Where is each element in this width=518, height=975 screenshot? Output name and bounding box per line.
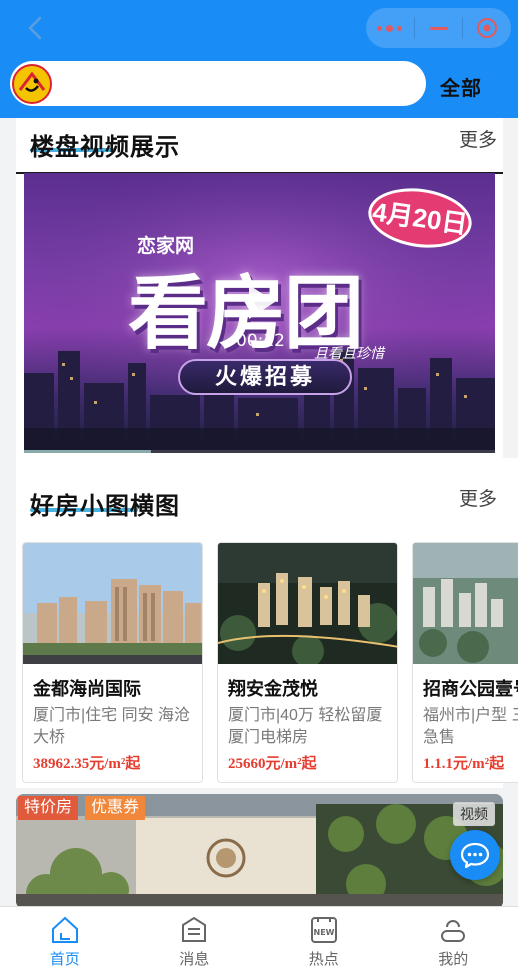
svg-text:NEW: NEW (313, 928, 334, 937)
section-title: 楼盘视频展示 (30, 134, 180, 161)
back-button[interactable] (18, 12, 52, 44)
coupon-tag: 优惠券 (85, 796, 146, 820)
house-name: 金都海尚国际 (33, 679, 141, 699)
tab-label: 消息 (179, 951, 210, 968)
tab-label: 我的 (438, 951, 469, 968)
promo-banner[interactable]: 特价房 优惠券 视频 (16, 794, 503, 909)
more-link[interactable]: 更多 (459, 484, 497, 511)
house-card[interactable]: 翔安金茂悦 厦门市|40万 轻松留厦 厦门电梯房 25660元/m²起 (217, 542, 398, 783)
house-image (413, 543, 518, 664)
video-player[interactable]: 4月20日 恋家网 看房团 且看且珍惜 火爆招募 00:12 (24, 173, 495, 453)
tab-label: 首页 (49, 951, 80, 968)
section-title: 好房小图横图 (30, 493, 180, 520)
video-tag: 视频 (453, 802, 495, 826)
app-logo (12, 64, 52, 104)
video-progress-bar[interactable] (24, 450, 495, 453)
more-options-button[interactable] (366, 8, 414, 48)
message-icon (179, 915, 209, 945)
tab-hotspot[interactable]: NEW 热点 (259, 907, 389, 975)
miniprogram-capsule (366, 8, 511, 48)
top-header: 全部 (0, 0, 518, 118)
minus-icon (429, 26, 448, 30)
tab-profile[interactable]: 我的 (389, 907, 518, 975)
all-filter-link[interactable]: 全部 (440, 72, 482, 101)
chat-bubble-icon (460, 842, 490, 869)
video-duration: 00:12 (236, 331, 285, 351)
tab-label: 热点 (308, 951, 339, 968)
video-section: 楼盘视频展示 更多 4月20日 恋家网 看房团 且看且珍惜 火爆招募 00:12 (16, 118, 503, 458)
tab-home[interactable]: 首页 (0, 907, 130, 975)
more-link[interactable]: 更多 (459, 125, 497, 152)
search-input[interactable] (10, 61, 426, 106)
recruit-banner: 火爆招募 (178, 359, 352, 395)
house-price: 25660元/m²起 (228, 756, 317, 772)
home-icon (50, 915, 80, 945)
tab-message[interactable]: 消息 (130, 907, 260, 975)
house-desc: 厦门市|40万 轻松留厦 厦门电梯房 (228, 707, 383, 746)
more-dots-icon (377, 24, 403, 32)
close-capsule-button[interactable] (463, 8, 511, 48)
chat-button[interactable] (450, 830, 500, 880)
bottom-tabbar: 首页 消息 NEW 热点 我的 (0, 906, 518, 975)
house-price: 38962.35元/m²起 (33, 756, 141, 772)
app-page: 全部 楼盘视频展示 更多 4月20日 恋家网 看房团 且看且珍惜 火爆招募 00… (0, 0, 518, 975)
house-image (218, 543, 397, 664)
minimize-button[interactable] (415, 8, 463, 48)
news-icon: NEW (309, 915, 339, 945)
special-price-tag: 特价房 (18, 796, 79, 820)
house-desc: 厦门市|住宅 同安 海沧大桥 (33, 707, 191, 746)
house-section: 好房小图横图 更多 金都海尚国际 厦门市|住宅 同安 海沧大桥 38962.35… (16, 458, 518, 788)
house-desc: 福州市|户型 三房 稳定急售 (423, 707, 518, 746)
house-name: 招商公园壹号 (423, 679, 518, 699)
house-price: 1.1.1元/m²起 (423, 756, 505, 772)
lianjia-logo-icon (12, 64, 52, 104)
target-close-icon (477, 18, 498, 38)
house-card[interactable]: 金都海尚国际 厦门市|住宅 同安 海沧大桥 38962.35元/m²起 (22, 542, 203, 783)
house-image (23, 543, 202, 664)
play-icon[interactable] (249, 285, 275, 319)
user-icon (438, 915, 468, 945)
house-card[interactable]: 招商公园壹号 福州市|户型 三房 稳定急售 1.1.1元/m²起 (412, 542, 518, 783)
house-name: 翔安金茂悦 (228, 679, 318, 699)
chevron-left-icon (28, 16, 42, 40)
